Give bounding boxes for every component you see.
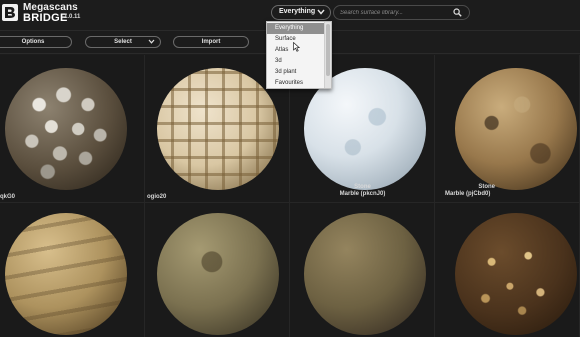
asset-card[interactable] bbox=[145, 203, 290, 337]
menu-item-3d[interactable]: 3d bbox=[267, 56, 325, 67]
asset-name-label: Marble (pjCbd0) bbox=[445, 191, 491, 197]
menu-scrollbar[interactable] bbox=[324, 22, 331, 88]
chevron-down-icon bbox=[148, 39, 155, 44]
select-button[interactable]: Select bbox=[85, 36, 161, 48]
asset-category-label: Stone bbox=[354, 184, 371, 190]
asset-thumbnail[interactable] bbox=[455, 213, 577, 335]
menu-item-3d-plant[interactable]: 3d plant bbox=[267, 67, 325, 78]
asset-thumbnail[interactable] bbox=[157, 213, 279, 335]
asset-name: qkG0 bbox=[0, 194, 15, 201]
options-button[interactable]: Options bbox=[0, 36, 72, 48]
asset-thumbnail[interactable] bbox=[157, 68, 279, 190]
asset-thumbnail[interactable] bbox=[5, 213, 127, 335]
menu-item-everything[interactable]: Everything bbox=[267, 23, 325, 34]
asset-card[interactable] bbox=[435, 203, 580, 337]
import-button[interactable]: Import bbox=[173, 36, 249, 48]
category-filter-value: Everything bbox=[279, 8, 316, 15]
asset-name-label: Marble (pkcnJ0) bbox=[339, 191, 386, 197]
search-bar[interactable] bbox=[333, 5, 470, 20]
logo-product: BRIDGE bbox=[23, 12, 68, 24]
category-filter-select[interactable]: Everything bbox=[271, 5, 331, 20]
chevron-down-icon bbox=[317, 9, 325, 15]
asset-thumbnail[interactable] bbox=[455, 68, 577, 190]
asset-thumbnail[interactable] bbox=[5, 68, 127, 190]
asset-grid: qkG0 ogio20 Stone Marble (pkcnJ0) Stone … bbox=[0, 55, 580, 337]
category-dropdown-menu: Everything Surface Atlas 3d 3d plant Fav… bbox=[266, 21, 332, 89]
asset-thumbnail[interactable] bbox=[304, 213, 426, 335]
menu-item-favourites[interactable]: Favourites bbox=[267, 78, 325, 89]
asset-name: Stone Marble (pkcnJ0) bbox=[290, 184, 435, 198]
asset-name: Stone Marble (pjCbd0) bbox=[435, 184, 499, 198]
asset-name: ogio20 bbox=[147, 194, 166, 201]
search-icon[interactable] bbox=[453, 8, 462, 17]
asset-card[interactable]: Stone Marble (pjCbd0) bbox=[435, 55, 580, 203]
megascans-logo-icon bbox=[2, 4, 18, 21]
asset-name-label: ogio20 bbox=[147, 194, 167, 200]
menu-scrollbar-thumb[interactable] bbox=[326, 24, 330, 76]
mouse-cursor-icon bbox=[293, 42, 300, 52]
asset-card[interactable] bbox=[0, 203, 145, 337]
asset-category-label: Stone bbox=[478, 184, 495, 190]
asset-card[interactable] bbox=[290, 203, 435, 337]
search-input[interactable] bbox=[340, 7, 452, 18]
asset-name-label: qkG0 bbox=[0, 194, 16, 200]
version-label: 1.0.11 bbox=[64, 14, 81, 20]
asset-card[interactable]: qkG0 bbox=[0, 55, 145, 203]
